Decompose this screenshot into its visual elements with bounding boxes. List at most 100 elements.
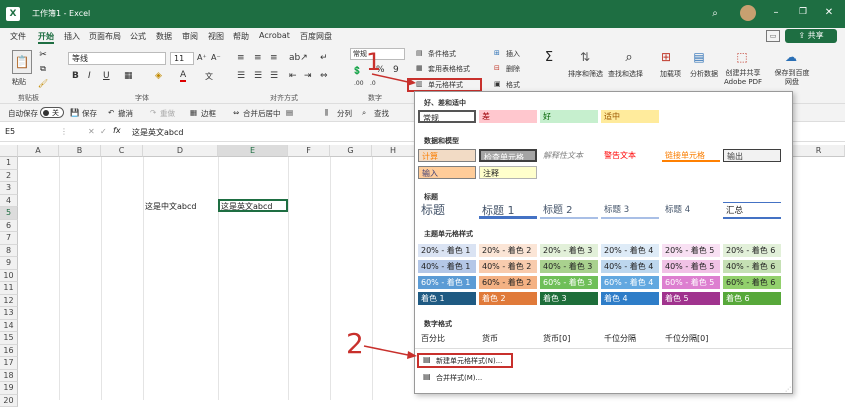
- col-header[interactable]: C: [101, 145, 143, 157]
- save-baidu-button[interactable]: 保存到百度网盘: [774, 69, 810, 87]
- style-note[interactable]: 注释: [479, 166, 537, 179]
- baidu-cloud-icon[interactable]: ☁: [782, 48, 800, 66]
- select-all-corner[interactable]: [0, 145, 18, 157]
- style-check-cell[interactable]: 检查单元格: [479, 149, 537, 162]
- cell-e5-selected[interactable]: 这是英文abcd: [218, 199, 288, 212]
- font-name-select[interactable]: 等线: [68, 52, 166, 65]
- style-linked-cell[interactable]: 链接单元格: [662, 149, 720, 162]
- style-40-accent2[interactable]: 40% - 着色 2: [479, 260, 537, 273]
- align-left-icon[interactable]: ☰: [237, 71, 245, 81]
- style-40-accent3[interactable]: 40% - 着色 3: [540, 260, 598, 273]
- row-header[interactable]: 3: [0, 182, 18, 195]
- row-header[interactable]: 8: [0, 245, 18, 258]
- search-icon[interactable]: ⌕: [709, 7, 721, 19]
- col-header[interactable]: D: [143, 145, 218, 157]
- style-60-accent6[interactable]: 60% - 着色 6: [723, 276, 781, 289]
- col-header[interactable]: B: [59, 145, 101, 157]
- redo-icon[interactable]: ↷: [150, 108, 156, 117]
- row-header[interactable]: 4: [0, 195, 18, 208]
- formula-input[interactable]: 这是英文abcd: [132, 127, 183, 138]
- addins-icon[interactable]: ⊞: [657, 48, 675, 66]
- row-header[interactable]: 14: [0, 320, 18, 333]
- minimize-icon[interactable]: –: [770, 6, 782, 18]
- cancel-icon[interactable]: ✕: [88, 127, 95, 136]
- comment-icon[interactable]: ▭: [766, 30, 780, 42]
- save-button[interactable]: 保存: [82, 108, 97, 119]
- row-header[interactable]: 7: [0, 232, 18, 245]
- name-box[interactable]: E5: [5, 127, 55, 139]
- style-total[interactable]: 汇总: [723, 202, 781, 219]
- create-pdf-button[interactable]: 创建并共享 Adobe PDF: [722, 69, 764, 87]
- style-title[interactable]: 标题: [418, 202, 476, 219]
- style-accent3[interactable]: 着色 3: [540, 292, 598, 305]
- tab-formulas[interactable]: 公式: [130, 31, 146, 42]
- style-output[interactable]: 输出: [723, 149, 781, 162]
- font-size-select[interactable]: 11: [170, 52, 194, 65]
- indent-decrease-icon[interactable]: ⇤: [289, 71, 297, 81]
- style-20-accent6[interactable]: 20% - 着色 6: [723, 244, 781, 257]
- tab-view[interactable]: 视图: [208, 31, 224, 42]
- format-cells-button[interactable]: 格式: [506, 80, 520, 90]
- tab-baidu[interactable]: 百度网盘: [300, 31, 332, 42]
- row-header[interactable]: 13: [0, 307, 18, 320]
- decrease-font-icon[interactable]: A⁻: [211, 53, 221, 62]
- share-button[interactable]: ⇪ 共享: [785, 29, 837, 43]
- format-cells-icon[interactable]: ▣: [494, 80, 501, 88]
- style-calculation[interactable]: 计算: [418, 149, 476, 162]
- tab-acrobat[interactable]: Acrobat: [259, 31, 290, 40]
- col-header[interactable]: H: [372, 145, 415, 157]
- copy-icon[interactable]: ⧉: [38, 64, 48, 74]
- style-20-accent5[interactable]: 20% - 着色 5: [662, 244, 720, 257]
- style-40-accent4[interactable]: 40% - 着色 4: [601, 260, 659, 273]
- sort-filter-icon[interactable]: ⇅: [576, 48, 594, 66]
- row-header[interactable]: 5: [0, 207, 18, 220]
- tab-review[interactable]: 审阅: [182, 31, 198, 42]
- col-header[interactable]: G: [330, 145, 372, 157]
- avatar[interactable]: [740, 5, 756, 21]
- align-center-icon[interactable]: ☰: [254, 71, 262, 81]
- fill-color-icon[interactable]: ◈: [155, 71, 162, 81]
- bold-icon[interactable]: B: [72, 71, 79, 81]
- undo-icon[interactable]: ↶: [108, 108, 114, 117]
- autosave-toggle[interactable]: 关: [40, 107, 64, 118]
- row-header[interactable]: 17: [0, 357, 18, 370]
- style-60-accent5[interactable]: 60% - 着色 5: [662, 276, 720, 289]
- row-header[interactable]: 2: [0, 170, 18, 183]
- close-icon[interactable]: ✕: [823, 6, 835, 18]
- style-20-accent2[interactable]: 20% - 着色 2: [479, 244, 537, 257]
- style-good[interactable]: 好: [540, 110, 598, 123]
- style-20-accent1[interactable]: 20% - 着色 1: [418, 244, 476, 257]
- style-40-accent6[interactable]: 40% - 着色 6: [723, 260, 781, 273]
- cell-d5[interactable]: 这是中文abcd: [145, 201, 196, 212]
- merge-cells-icon[interactable]: ⇔: [320, 71, 328, 81]
- style-comma[interactable]: 千位分隔: [601, 332, 659, 345]
- merge-icon[interactable]: ⇔: [233, 108, 239, 117]
- style-20-accent4[interactable]: 20% - 着色 4: [601, 244, 659, 257]
- autosum-icon[interactable]: Σ: [540, 48, 558, 66]
- delete-cells-button[interactable]: 删除: [506, 64, 520, 74]
- style-60-accent4[interactable]: 60% - 着色 4: [601, 276, 659, 289]
- find-select-button[interactable]: 查找和选择: [608, 69, 643, 79]
- italic-icon[interactable]: I: [88, 71, 91, 81]
- undo-button[interactable]: 撤消: [118, 108, 133, 119]
- table-format-button[interactable]: 套用表格格式: [428, 64, 470, 74]
- style-40-accent1[interactable]: 40% - 着色 1: [418, 260, 476, 273]
- style-heading1[interactable]: 标题 1: [479, 202, 537, 219]
- merge-style-icon[interactable]: ▤: [423, 372, 431, 381]
- style-heading4[interactable]: 标题 4: [662, 202, 720, 219]
- redo-button[interactable]: 重做: [160, 108, 175, 119]
- col-header[interactable]: A: [18, 145, 59, 157]
- row-header[interactable]: 10: [0, 270, 18, 283]
- save-icon[interactable]: 💾: [70, 108, 79, 117]
- paste-icon[interactable]: 📋: [12, 50, 32, 74]
- tab-page-layout[interactable]: 页面布局: [89, 31, 121, 42]
- restore-icon[interactable]: ❐: [797, 6, 809, 18]
- row-header[interactable]: 12: [0, 295, 18, 308]
- align-bottom-icon[interactable]: ≡: [270, 53, 278, 63]
- orientation-icon[interactable]: ab↗: [289, 53, 308, 63]
- indent-increase-icon[interactable]: ⇥: [304, 71, 312, 81]
- row-header[interactable]: 15: [0, 332, 18, 345]
- analyze-data-button[interactable]: 分析数据: [690, 69, 718, 79]
- resize-grip-icon[interactable]: ⋰: [785, 386, 791, 393]
- col-header[interactable]: E: [218, 145, 288, 157]
